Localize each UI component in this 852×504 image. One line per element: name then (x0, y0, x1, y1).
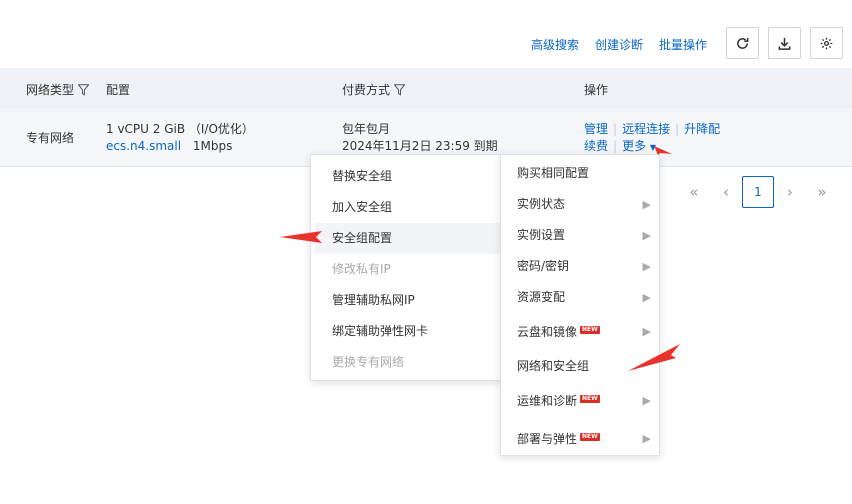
column-network-type: 网络类型 (26, 81, 90, 98)
column-actions-label: 操作 (584, 83, 609, 97)
menu-item-buy-same-config[interactable]: 购买相同配置 (501, 158, 659, 189)
billing-type: 包年包月 (342, 122, 391, 136)
column-billing: 付费方式 (342, 81, 406, 98)
network-type-value: 专有网络 (26, 131, 75, 145)
billing-cell: 包年包月 2024年11月2日 23:59 到期 (342, 121, 498, 155)
new-badge: NEW (580, 433, 600, 441)
menu-item-replace-security-group[interactable]: 替换安全组 (311, 161, 504, 192)
chevron-right-icon: ▶ (642, 198, 651, 211)
more-dropdown-menu: 购买相同配置 实例状态 ▶ 实例设置 ▶ 密码/密钥 ▶ 资源变配 ▶ 云盘和镜像 NEW… (500, 154, 660, 456)
table-header: 网络类型 配置 付费方式 操作 (0, 68, 852, 108)
menu-item-label: 实例设置 (517, 228, 566, 242)
prev-page-icon[interactable]: ‹ (710, 176, 742, 208)
page-number-current[interactable]: 1 (742, 176, 774, 208)
security-group-submenu: 替换安全组 加入安全组 安全组配置 修改私有IP 管理辅助私网IP 绑定辅助弹性… (310, 154, 505, 381)
menu-item-label: 资源变配 (517, 290, 566, 304)
menu-item-instance-settings[interactable]: 实例设置 ▶ (501, 220, 659, 251)
first-page-icon[interactable]: « (678, 176, 710, 208)
annotation-arrow-icon (654, 146, 672, 155)
download-icon (778, 37, 791, 50)
next-page-icon[interactable]: › (774, 176, 806, 208)
refresh-button[interactable] (726, 27, 759, 59)
chevron-right-icon: ▶ (642, 291, 651, 304)
config-spec: 1 vCPU 2 GiB （I/O优化） (106, 122, 254, 136)
gear-icon (820, 37, 833, 49)
divider: | (613, 122, 618, 136)
menu-item-ops-diagnosis[interactable]: 运维和诊断 NEW ▶ (501, 382, 659, 420)
renew-link[interactable]: 续费 (584, 139, 608, 153)
menu-item-label: 部署与弹性 (517, 432, 578, 446)
toolbar-links: 高级搜索 创建诊断 批量操作 (531, 36, 707, 53)
column-config-label: 配置 (106, 83, 131, 97)
column-config: 配置 (106, 81, 130, 98)
column-network-type-label: 网络类型 (26, 83, 75, 97)
chevron-right-icon: ▶ (642, 394, 651, 407)
menu-item-modify-private-ip: 修改私有IP (332, 262, 391, 276)
chevron-right-icon: ▶ (642, 229, 651, 242)
menu-item-instance-status[interactable]: 实例状态 ▶ (501, 189, 659, 220)
menu-item-label: 实例状态 (517, 197, 566, 211)
annotation-arrow-icon (628, 344, 680, 371)
config-type-line: ecs.n4.small 1Mbps (106, 138, 254, 155)
instance-type-link[interactable]: ecs.n4.small (106, 139, 181, 153)
remote-connect-link[interactable]: 远程连接 (622, 122, 670, 136)
menu-item-deploy-elastic[interactable]: 部署与弹性 NEW ▶ (501, 420, 659, 458)
settings-button[interactable] (810, 27, 843, 59)
column-actions: 操作 (584, 81, 608, 98)
menu-item-change-vpc: 更换专有网络 (332, 355, 405, 369)
filter-icon[interactable] (78, 83, 90, 96)
column-billing-label: 付费方式 (342, 83, 391, 97)
download-button[interactable] (768, 27, 801, 59)
menu-item-manage-secondary-ip[interactable]: 管理辅助私网IP (311, 285, 504, 316)
manage-link[interactable]: 管理 (584, 122, 608, 136)
menu-item-security-group-config[interactable]: 安全组配置 (315, 223, 500, 254)
refresh-icon (737, 37, 749, 49)
divider: | (613, 139, 618, 153)
billing-expiry: 2024年11月2日 23:59 到期 (342, 139, 498, 153)
chevron-right-icon: ▶ (642, 260, 651, 273)
divider: | (675, 122, 680, 136)
menu-item-password-key[interactable]: 密码/密钥 ▶ (501, 251, 659, 282)
config-cell: 1 vCPU 2 GiB （I/O优化） ecs.n4.small 1Mbps (106, 121, 254, 155)
menu-item-label: 运维和诊断 (517, 394, 578, 408)
menu-item-label: 密码/密钥 (517, 259, 570, 273)
menu-item-label: 网络和安全组 (517, 359, 590, 373)
last-page-icon[interactable]: » (806, 176, 838, 208)
menu-item-bind-eni[interactable]: 绑定辅助弹性网卡 (311, 316, 504, 347)
menu-item-label: 云盘和镜像 (517, 325, 578, 339)
new-badge: NEW (580, 395, 600, 403)
pagination: « ‹ 1 › » (678, 176, 838, 208)
more-label: 更多 (622, 139, 647, 153)
advanced-search-link[interactable]: 高级搜索 (531, 36, 579, 53)
menu-item-join-security-group[interactable]: 加入安全组 (311, 192, 504, 223)
annotation-arrow-icon (280, 231, 322, 243)
chevron-right-icon: ▶ (642, 432, 651, 445)
new-badge: NEW (580, 326, 600, 334)
filter-icon[interactable] (394, 83, 406, 96)
create-diagnosis-link[interactable]: 创建诊断 (595, 36, 643, 53)
menu-item-resource-change[interactable]: 资源变配 ▶ (501, 282, 659, 313)
menu-item-label: 购买相同配置 (517, 166, 590, 180)
bandwidth-value: 1Mbps (192, 139, 233, 153)
batch-operation-link[interactable]: 批量操作 (659, 36, 707, 53)
upgrade-link[interactable]: 升降配 (684, 122, 720, 136)
